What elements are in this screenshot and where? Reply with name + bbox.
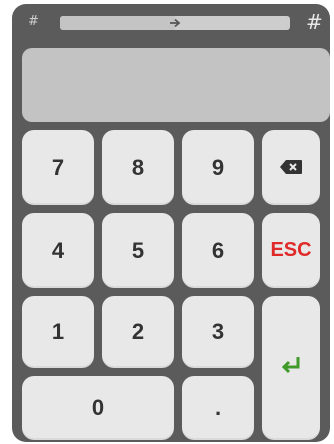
key-1[interactable]: 1 [22,296,94,368]
arrow-right-icon [60,16,290,30]
key-8[interactable]: 8 [102,130,174,205]
keypad-display [22,48,330,122]
enter-icon [280,355,302,381]
left-hash-label: # [28,14,39,29]
key-2[interactable]: 2 [102,296,174,368]
key-6[interactable]: 6 [182,213,254,288]
key-5[interactable]: 5 [102,213,174,288]
key-4[interactable]: 4 [22,213,94,288]
backspace-icon [279,155,303,181]
numeric-keypad: # # 7 8 9 4 5 6 ESC 1 2 3 0 . [12,4,330,442]
key-4-label: 4 [51,237,65,263]
esc-button[interactable]: ESC [262,213,320,288]
decimal-point-label: . [214,395,222,420]
key-1-label: 1 [51,319,65,344]
key-0-label: 0 [91,395,105,420]
esc-label: ESC [270,239,312,261]
key-3[interactable]: 3 [182,296,254,368]
input-progress-bar [60,16,290,30]
key-9-label: 9 [211,154,225,180]
keypad-header: # # [12,4,330,40]
key-7[interactable]: 7 [22,130,94,205]
key-6-label: 6 [211,237,225,263]
key-0[interactable]: 0 [22,376,174,440]
key-7-label: 7 [51,154,65,180]
backspace-button[interactable] [262,130,320,205]
key-5-label: 5 [131,237,145,263]
key-8-label: 8 [131,154,145,180]
key-2-label: 2 [131,319,145,344]
enter-button[interactable] [262,296,320,440]
right-hash-label: # [306,10,323,34]
decimal-point-button[interactable]: . [182,376,254,440]
key-9[interactable]: 9 [182,130,254,205]
key-3-label: 3 [211,319,225,344]
